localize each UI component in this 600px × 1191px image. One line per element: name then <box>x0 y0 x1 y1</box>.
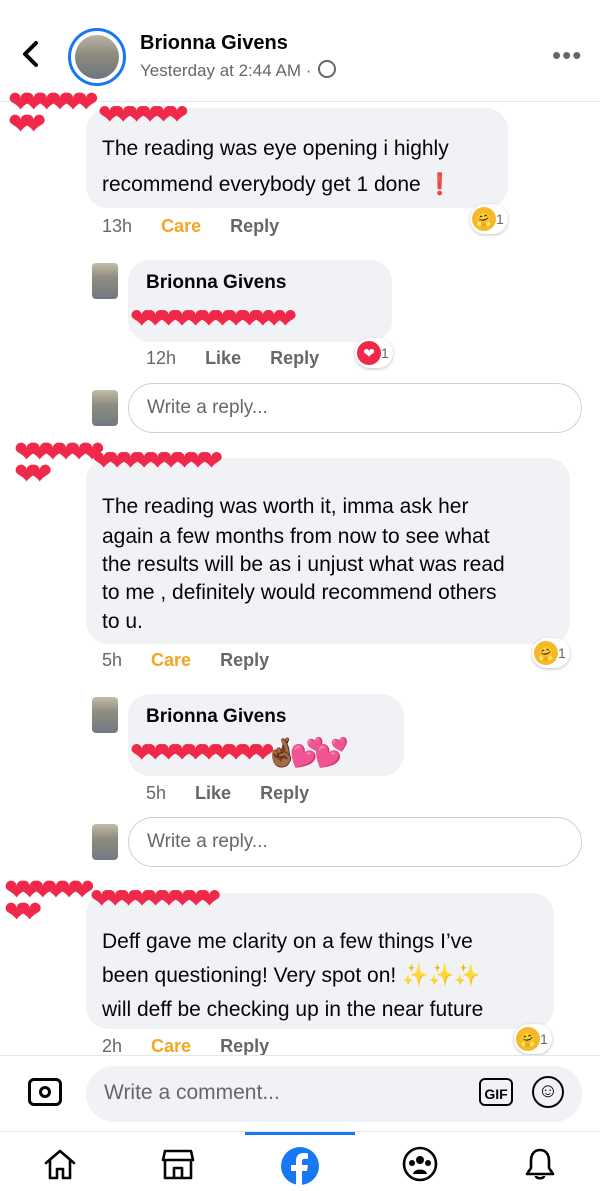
marketplace-icon[interactable] <box>158 1146 198 1182</box>
reaction-count: 1 <box>558 645 566 661</box>
avatar[interactable] <box>92 697 118 733</box>
comment-placeholder: Write a comment... <box>104 1081 280 1104</box>
reply-age: 12h <box>146 348 177 368</box>
commenter-name-obscured[interactable]: ❤❤❤❤❤❤ <box>98 100 189 130</box>
care-button[interactable]: Care <box>151 1036 191 1056</box>
globe-icon <box>318 60 337 78</box>
comment-text: The reading was eye opening i highly <box>102 137 449 160</box>
comment-age: 13h <box>102 216 133 236</box>
comment-input[interactable]: Write a comment... GIF ☺ <box>86 1066 582 1122</box>
reply-input[interactable]: Write a reply... <box>128 817 582 867</box>
reaction-badge[interactable]: 🤗 1 <box>470 204 508 234</box>
commenter-name-obscured[interactable]: ❤❤❤❤❤❤❤❤❤ <box>90 884 221 914</box>
groups-icon[interactable] <box>400 1146 440 1182</box>
care-reaction-icon: 🤗 <box>516 1027 540 1051</box>
reply-meta: 12h Like Reply <box>146 348 343 369</box>
post-time: Yesterday at 2:44 AM · <box>140 60 337 81</box>
facebook-icon[interactable] <box>280 1146 320 1185</box>
love-reaction-icon: ❤ <box>357 341 381 365</box>
post-header: Brionna Givens Yesterday at 2:44 AM · ••… <box>0 0 600 102</box>
reply-input[interactable]: Write a reply... <box>128 383 582 433</box>
comment-text: to u. <box>102 610 143 633</box>
reply-text: ❤❤❤❤❤❤❤❤❤❤🤞🏾💕💕 <box>130 737 349 768</box>
comment-meta: 13h Care Reply <box>102 216 303 237</box>
comment-age: 2h <box>102 1036 123 1056</box>
reaction-count: 1 <box>540 1031 548 1047</box>
commenter-name-obscured[interactable]: ❤❤❤❤❤❤❤❤❤ <box>92 446 223 476</box>
home-icon[interactable] <box>40 1146 80 1182</box>
care-button[interactable]: Care <box>151 650 191 670</box>
avatar <box>92 824 118 860</box>
active-tab-indicator <box>245 1132 355 1135</box>
reply-button[interactable]: Reply <box>230 216 279 236</box>
reaction-badge[interactable]: 🤗 1 <box>532 638 570 668</box>
comment-age: 5h <box>102 650 123 670</box>
comment-bar: Write a comment... GIF ☺ <box>0 1055 600 1131</box>
comment-text: recommend everybody get 1 done ❗ <box>102 173 453 196</box>
camera-icon[interactable] <box>28 1078 62 1106</box>
comment-meta: 2h Care Reply <box>102 1036 293 1057</box>
comment-text: The reading was worth it, imma ask her <box>102 495 469 518</box>
like-button[interactable]: Like <box>195 783 231 803</box>
reply-button[interactable]: Reply <box>260 783 309 803</box>
reaction-badge[interactable]: 🤗 1 <box>514 1024 552 1054</box>
smiley-icon[interactable]: ☺ <box>532 1076 564 1108</box>
gif-icon[interactable]: GIF <box>479 1078 513 1106</box>
commenter-avatar-obscured[interactable]: ❤❤❤❤❤❤❤❤ <box>4 876 95 928</box>
care-reaction-icon: 🤗 <box>472 207 496 231</box>
reply-author-name[interactable]: Brionna Givens <box>146 272 286 294</box>
comment-text: will deff be checking up in the near fut… <box>102 998 484 1021</box>
reaction-badge[interactable]: ❤ 1 <box>355 338 393 368</box>
reaction-count: 1 <box>381 345 389 361</box>
reply-button[interactable]: Reply <box>220 1036 269 1056</box>
avatar[interactable] <box>92 263 118 299</box>
author-avatar[interactable] <box>68 28 126 86</box>
commenter-avatar-obscured[interactable]: ❤❤❤❤❤❤❤❤ <box>14 438 105 490</box>
reply-author-name[interactable]: Brionna Givens <box>146 706 286 728</box>
more-icon[interactable]: ••• <box>552 40 582 71</box>
care-reaction-icon: 🤗 <box>534 641 558 665</box>
reply-button[interactable]: Reply <box>270 348 319 368</box>
author-name[interactable]: Brionna Givens <box>140 32 288 55</box>
notifications-icon[interactable] <box>520 1146 560 1182</box>
comment-text: to me , definitely would recommend other… <box>102 581 497 604</box>
back-chevron-icon[interactable] <box>20 40 48 72</box>
like-button[interactable]: Like <box>205 348 241 368</box>
comment-text: Deff gave me clarity on a few things I’v… <box>102 930 473 953</box>
comment-text: been questioning! Very spot on! ✨✨✨ <box>102 964 481 987</box>
reply-button[interactable]: Reply <box>220 650 269 670</box>
comment-meta: 5h Care Reply <box>102 650 293 671</box>
reaction-count: 1 <box>496 211 504 227</box>
commenter-avatar-obscured[interactable]: ❤❤❤❤❤❤❤❤ <box>8 88 99 140</box>
care-button[interactable]: Care <box>161 216 201 236</box>
reply-age: 5h <box>146 783 167 803</box>
reply-meta: 5h Like Reply <box>146 783 333 804</box>
bottom-nav <box>0 1131 600 1191</box>
reply-text: ❤❤❤❤❤❤❤❤❤❤ ❤ ❤ <box>130 303 297 334</box>
avatar <box>92 390 118 426</box>
